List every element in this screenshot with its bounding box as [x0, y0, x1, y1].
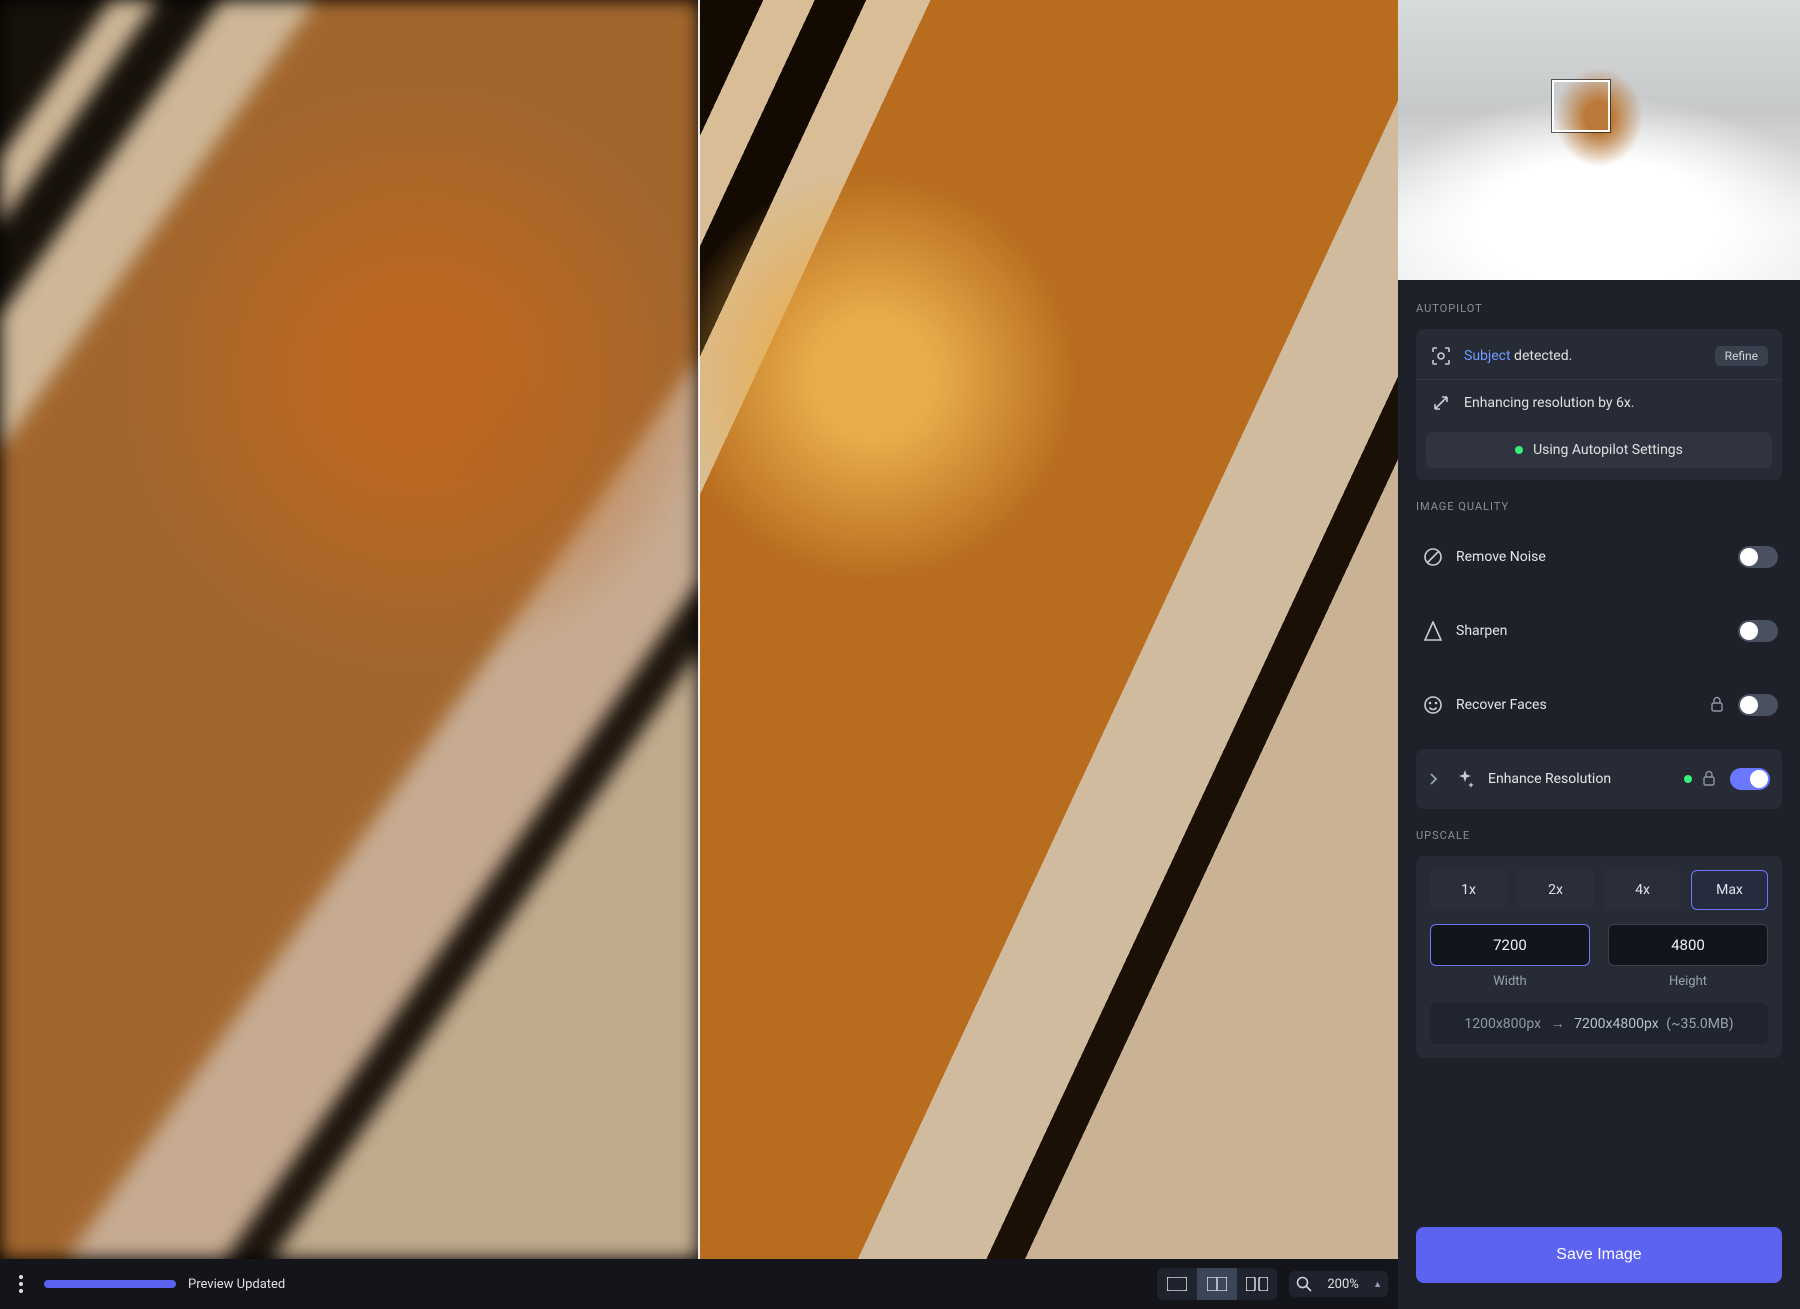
- arrow-icon: →: [1551, 1016, 1565, 1032]
- zoom-icon: [1295, 1275, 1313, 1293]
- expand-icon: [1430, 392, 1452, 414]
- enhance-resolution-text: Enhancing resolution by 6x.: [1464, 395, 1634, 411]
- file-size-estimate: (~35.0MB): [1666, 1016, 1733, 1032]
- image-quality-heading: IMAGE QUALITY: [1416, 500, 1782, 513]
- subject-detect-icon: [1430, 345, 1452, 367]
- lock-icon: [1710, 696, 1728, 714]
- from-resolution: 1200x800px: [1464, 1016, 1541, 1032]
- subject-detected-text: Subject detected.: [1464, 348, 1572, 364]
- view-mode-group: [1157, 1268, 1277, 1300]
- preview-pane: Preview Updated 200% ▲: [0, 0, 1398, 1309]
- view-single-button[interactable]: [1157, 1268, 1197, 1300]
- sparkle-icon: [1452, 766, 1478, 792]
- thumbnail-viewport-box[interactable]: [1552, 80, 1610, 132]
- preview-canvas[interactable]: [0, 0, 1398, 1259]
- bottom-toolbar: Preview Updated 200% ▲: [0, 1259, 1398, 1309]
- face-icon: [1420, 692, 1446, 718]
- upscale-heading: UPSCALE: [1416, 829, 1782, 842]
- sharpen-toggle[interactable]: [1738, 620, 1778, 642]
- width-label: Width: [1493, 974, 1526, 989]
- sharpen-label: Sharpen: [1456, 623, 1738, 639]
- status-text: Preview Updated: [188, 1277, 285, 1292]
- sharpen-row: Sharpen: [1416, 601, 1782, 661]
- resolution-summary: 1200x800px → 7200x4800px (~35.0MB): [1430, 1003, 1768, 1044]
- autopilot-heading: AUTOPILOT: [1416, 302, 1782, 315]
- split-view-icon: [1207, 1277, 1227, 1291]
- status-dot-icon: [1684, 775, 1692, 783]
- remove-noise-label: Remove Noise: [1456, 549, 1738, 565]
- enhance-resolution-toggle[interactable]: [1730, 768, 1770, 790]
- scale-4x-button[interactable]: 4x: [1604, 870, 1681, 910]
- preview-before-image: [0, 0, 699, 1259]
- save-image-button[interactable]: Save Image: [1416, 1227, 1782, 1283]
- dual-view-icon: [1246, 1277, 1268, 1291]
- recover-faces-toggle[interactable]: [1738, 694, 1778, 716]
- chevron-right-icon: [1428, 772, 1446, 786]
- noise-icon: [1420, 544, 1446, 570]
- refine-button[interactable]: Refine: [1715, 346, 1768, 366]
- sharpen-icon: [1420, 618, 1446, 644]
- side-panel: AUTOPILOT Subject detected. Refine Enhan…: [1398, 0, 1800, 1309]
- to-resolution: 7200x4800px: [1574, 1016, 1659, 1032]
- zoom-control[interactable]: 200% ▲: [1289, 1271, 1388, 1297]
- scale-factor-group: 1x 2x 4x Max: [1430, 870, 1768, 910]
- height-label: Height: [1669, 974, 1707, 989]
- view-side-by-side-button[interactable]: [1237, 1268, 1277, 1300]
- height-input[interactable]: 4800: [1608, 924, 1768, 966]
- enhance-resolution-row[interactable]: Enhance Resolution: [1416, 749, 1782, 809]
- status-dot-icon: [1515, 446, 1523, 454]
- remove-noise-toggle[interactable]: [1738, 546, 1778, 568]
- autopilot-settings-button[interactable]: Using Autopilot Settings: [1426, 432, 1772, 468]
- lock-icon: [1702, 770, 1720, 788]
- caret-up-icon: ▲: [1373, 1279, 1382, 1290]
- scale-2x-button[interactable]: 2x: [1517, 870, 1594, 910]
- view-split-button[interactable]: [1197, 1268, 1237, 1300]
- single-view-icon: [1167, 1277, 1187, 1291]
- autopilot-settings-label: Using Autopilot Settings: [1533, 442, 1683, 458]
- autopilot-card: Subject detected. Refine Enhancing resol…: [1416, 329, 1782, 480]
- progress-bar: [44, 1280, 176, 1288]
- more-vert-icon: [19, 1275, 23, 1293]
- recover-faces-row: Recover Faces: [1416, 675, 1782, 735]
- recover-faces-label: Recover Faces: [1456, 697, 1710, 713]
- more-menu-button[interactable]: [10, 1269, 32, 1299]
- scale-1x-button[interactable]: 1x: [1430, 870, 1507, 910]
- zoom-value: 200%: [1321, 1277, 1365, 1292]
- enhance-resolution-label: Enhance Resolution: [1488, 771, 1684, 787]
- progress-fill: [44, 1280, 176, 1288]
- width-input[interactable]: 7200: [1430, 924, 1590, 966]
- remove-noise-row: Remove Noise: [1416, 527, 1782, 587]
- scale-max-button[interactable]: Max: [1691, 870, 1768, 910]
- preview-after-image: [699, 0, 1398, 1259]
- compare-divider[interactable]: [698, 0, 700, 1259]
- thumbnail-navigator[interactable]: [1398, 0, 1800, 280]
- upscale-card: 1x 2x 4x Max 7200 Width 4800 Height: [1416, 856, 1782, 1058]
- subject-link[interactable]: Subject: [1464, 348, 1511, 364]
